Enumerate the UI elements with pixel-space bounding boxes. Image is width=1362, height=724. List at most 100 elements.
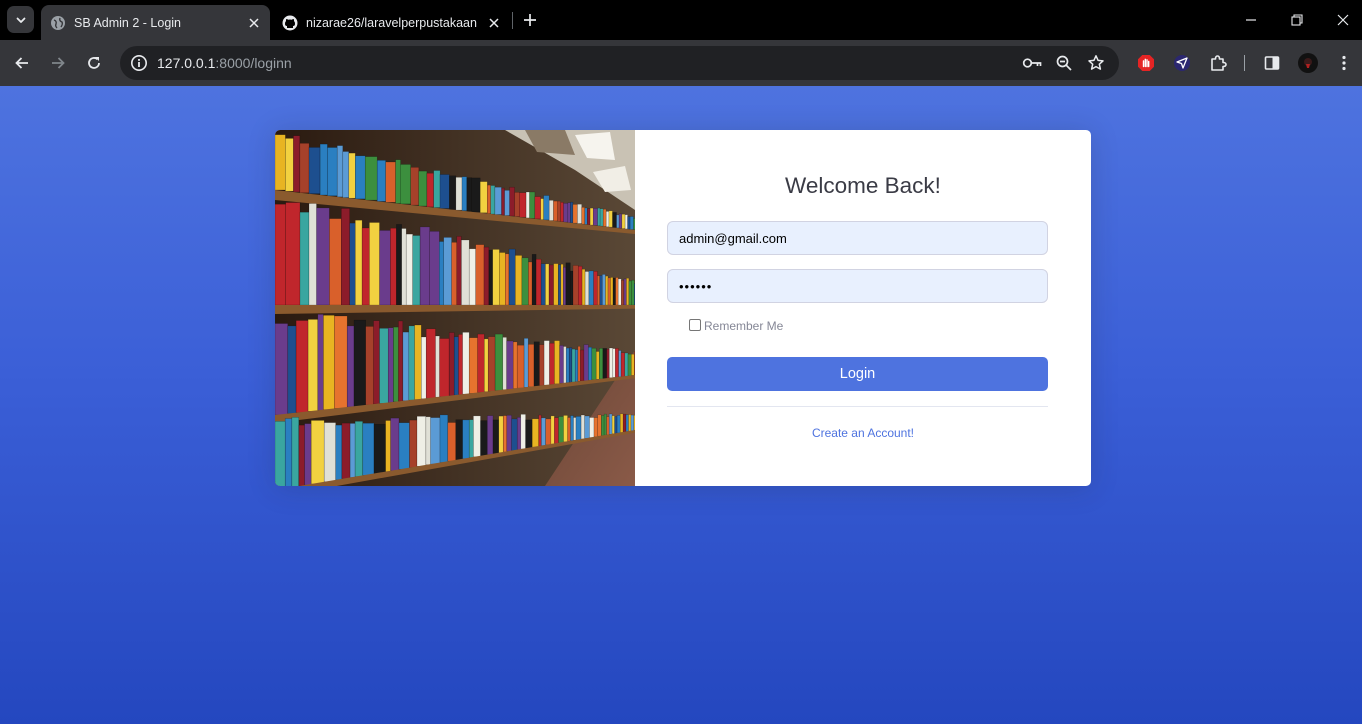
book-spine [516, 344, 525, 389]
proton-vpn-extension-icon[interactable] [1170, 51, 1194, 75]
book-spine [606, 416, 610, 436]
book-spine [468, 419, 474, 458]
book-spine [448, 332, 455, 396]
book-spine [433, 170, 441, 208]
book-spine [453, 336, 459, 396]
book-spine [430, 417, 441, 465]
remember-me-row[interactable]: Remember Me [689, 319, 783, 333]
book-spine [395, 159, 401, 204]
book-spine [619, 413, 624, 433]
book-spine [538, 414, 542, 447]
book-spine [535, 258, 542, 306]
tab-github-repo[interactable]: nizarae26/laravelperpustakaan [273, 5, 510, 40]
book-spine [523, 338, 529, 388]
reload-button[interactable] [80, 49, 108, 77]
tab-sb-admin-login[interactable]: SB Admin 2 - Login [41, 5, 270, 40]
book-spine [299, 211, 310, 306]
book-spine [451, 242, 458, 306]
profile-avatar-icon[interactable] [1296, 51, 1320, 75]
book-spine [349, 423, 356, 478]
book-spine [468, 248, 476, 306]
book-spine [531, 254, 537, 306]
book-spine [605, 211, 610, 228]
book-spine [591, 347, 597, 381]
restore-button[interactable] [1285, 8, 1309, 32]
book-spine [628, 414, 632, 432]
zoom-icon[interactable] [1053, 52, 1075, 74]
site-info-icon[interactable] [128, 52, 150, 74]
book-spine [439, 414, 449, 463]
book-spine [364, 156, 378, 201]
book-spine [602, 348, 607, 379]
book-spine [505, 253, 510, 306]
book-spine [501, 187, 505, 216]
book-spine [349, 222, 356, 306]
book-spine [527, 344, 535, 388]
book-spine [511, 418, 518, 451]
book-spine [487, 184, 491, 214]
book-spine [508, 248, 516, 306]
book-spine [355, 155, 366, 200]
bookmark-star-icon[interactable] [1085, 52, 1107, 74]
book-spine [543, 340, 550, 386]
extensions-puzzle-icon[interactable] [1206, 51, 1230, 75]
book-spine [597, 414, 602, 437]
browser-tab-strip: SB Admin 2 - Login nizarae26/laravelperp… [0, 0, 1362, 40]
tab-search-button[interactable] [7, 6, 34, 33]
book-spine [602, 274, 606, 306]
book-spine [468, 337, 478, 394]
book-spine [385, 420, 391, 472]
plus-icon [524, 14, 536, 26]
adblock-extension-icon[interactable] [1134, 51, 1158, 75]
book-spine [323, 422, 336, 483]
book-spine [559, 345, 564, 384]
book-spine [275, 134, 286, 191]
book-spine [396, 224, 402, 306]
book-spine [545, 263, 550, 306]
book-spine [627, 216, 631, 230]
book-spine [479, 181, 488, 214]
remember-me-checkbox[interactable] [689, 319, 701, 331]
password-key-icon[interactable] [1021, 52, 1043, 74]
password-field[interactable]: •••••• [667, 269, 1048, 303]
book-spine [595, 351, 600, 380]
side-panel-icon[interactable] [1260, 51, 1284, 75]
address-bar[interactable]: 127.0.0.1:8000/loginn [120, 46, 1119, 80]
book-spine [443, 237, 452, 306]
book-spine [488, 249, 493, 306]
book-spine [402, 331, 410, 402]
book-spine [560, 263, 564, 306]
book-spine [618, 350, 622, 378]
book-spine [603, 413, 607, 436]
book-spine [379, 230, 391, 306]
email-field[interactable]: admin@gmail.com [667, 221, 1048, 255]
close-window-button[interactable] [1331, 8, 1355, 32]
minimize-button[interactable] [1239, 8, 1263, 32]
book-spine [563, 346, 567, 384]
more-menu-icon[interactable] [1332, 51, 1356, 75]
close-tab-icon[interactable] [245, 14, 263, 32]
close-tab-icon[interactable] [485, 14, 503, 32]
book-spine [548, 264, 554, 306]
login-button[interactable]: Login [667, 357, 1048, 391]
book-spine [354, 421, 363, 477]
book-spine [285, 202, 301, 306]
new-tab-button[interactable] [519, 9, 541, 31]
welcome-heading: Welcome Back! [785, 173, 941, 198]
tab-title: nizarae26/laravelperpustakaan [306, 15, 477, 30]
create-account-link[interactable]: Create an Account! [635, 426, 1091, 440]
forward-button[interactable] [44, 49, 72, 77]
book-spine [519, 192, 527, 218]
book-spine [574, 349, 579, 382]
book-spine [361, 227, 370, 306]
book-spine [539, 344, 545, 386]
book-spine [492, 419, 500, 454]
book-spine [597, 275, 601, 306]
url-text[interactable]: 127.0.0.1:8000/loginn [157, 55, 292, 71]
book-spine [376, 160, 386, 202]
back-button[interactable] [8, 49, 36, 77]
book-spine [341, 422, 351, 480]
book-spine [515, 255, 523, 306]
book-spine [543, 195, 550, 221]
book-spine [577, 346, 581, 382]
